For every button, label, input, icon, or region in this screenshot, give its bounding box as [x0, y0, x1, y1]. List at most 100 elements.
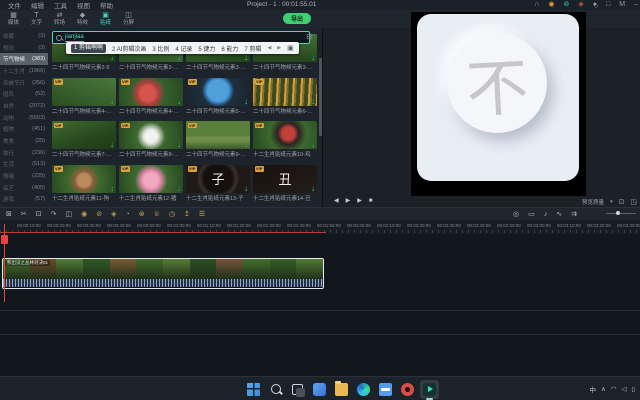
maximize-icon[interactable]: M — [619, 0, 625, 10]
grid-item[interactable]: VIP ↓ 十二生肖贴纸元素11-狗 — [52, 164, 116, 202]
download-icon[interactable]: ↓ — [244, 184, 248, 193]
download-icon[interactable]: ↓ — [177, 140, 181, 149]
keyframe-icon[interactable]: ◉ — [81, 210, 87, 219]
category-item[interactable]: 自然 (2072) — [0, 100, 48, 112]
category-item[interactable]: 美食 (25) — [0, 135, 48, 147]
download-icon[interactable]: ↓ — [110, 184, 114, 193]
sync-icon[interactable]: ⊚ — [564, 0, 570, 10]
timeline-zoom-slider[interactable] — [606, 213, 636, 214]
adjust-icon[interactable]: ☰ — [199, 210, 205, 219]
sticker-thumbnail[interactable]: VIP ↓ — [253, 121, 317, 149]
chevron-down-icon[interactable]: ▾ — [610, 199, 613, 205]
category-item[interactable]: 国风 (52) — [0, 88, 48, 100]
grid-item[interactable]: 丑 VIP ↓ 十二生肖贴纸元素14-丑 — [253, 164, 317, 202]
edge-button[interactable] — [354, 380, 373, 399]
menu-item[interactable]: 编辑 — [31, 0, 44, 10]
layout-icon[interactable]: □ — [606, 0, 610, 10]
start-button[interactable] — [244, 380, 263, 399]
sticker-thumbnail[interactable]: 丑 VIP ↓ — [253, 164, 317, 193]
search-button[interactable] — [266, 380, 285, 399]
ime-candidate[interactable]: 4 记录 — [175, 44, 192, 53]
playhead-handle[interactable] — [1, 235, 8, 244]
category-item[interactable]: 游戏 (57) — [0, 194, 48, 206]
sticker-thumbnail[interactable]: VIP ↓ — [52, 121, 116, 149]
grid-item[interactable]: VIP ↓ 二十四节气物候元素4-… — [52, 77, 116, 115]
cart-icon[interactable]: ◈ — [578, 0, 583, 10]
category-item[interactable]: 情绪 (225) — [0, 170, 48, 182]
stop-button[interactable]: ■ — [369, 197, 373, 205]
grid-item[interactable]: VIP ↓ 二十四节气物候元素4-… — [119, 77, 183, 115]
grid-item[interactable]: VIP ↓ 二十四节气物候元素7-… — [52, 121, 116, 158]
previous-frame-button[interactable]: ◀ — [334, 197, 339, 205]
bulb-icon[interactable]: ◉ — [548, 0, 554, 10]
volume-icon[interactable]: ◁ — [621, 385, 626, 393]
audio-wave-icon[interactable]: ∿ — [556, 210, 562, 219]
download-icon[interactable]: ↓ — [244, 97, 248, 106]
file-explorer-button[interactable] — [332, 380, 351, 399]
category-item[interactable]: 收藏 (3) — [0, 30, 48, 42]
category-item[interactable]: 动物 (5503) — [0, 112, 48, 124]
snapshot-icon[interactable]: ⊡ — [619, 198, 625, 206]
menu-item[interactable]: 帮助 — [100, 0, 113, 10]
category-item[interactable]: 生活 (513) — [0, 159, 48, 171]
sticker-thumbnail[interactable]: VIP ↓ — [119, 77, 183, 106]
sticker-thumbnail[interactable]: VIP ↓ — [186, 77, 250, 106]
grid-item[interactable]: VIP ↓ 二十四节气物候元素9-… — [186, 121, 250, 158]
menu-item[interactable]: 工具 — [54, 0, 67, 10]
timeline-zoom-knob[interactable] — [616, 211, 620, 215]
ime-candidate[interactable]: 3 比例 — [152, 44, 169, 53]
download-icon[interactable]: ↓ — [311, 140, 315, 149]
duration-icon[interactable]: ◷ — [169, 210, 175, 219]
video-clip[interactable]: 熊出没之丛林对决01 — [2, 258, 324, 289]
download-icon[interactable]: ↓ — [177, 184, 181, 193]
motion-track-icon[interactable]: ◔ — [126, 210, 130, 219]
play-button[interactable]: ▶ — [346, 197, 351, 205]
category-item[interactable]: 传统节日 (256) — [0, 77, 48, 89]
zoom-out-icon[interactable]: ○ — [594, 3, 598, 10]
download-icon[interactable]: ↓ — [311, 184, 315, 193]
speed-icon[interactable]: ↷ — [51, 210, 57, 219]
ime-candidate[interactable]: 1 剪辑啊啊 — [71, 43, 107, 53]
category-item[interactable]: 植物 (451) — [0, 124, 48, 136]
record-icon[interactable]: ◎ — [513, 210, 519, 219]
voiceover-mic-icon[interactable]: ♪ — [544, 210, 548, 219]
widgets-button[interactable] — [310, 380, 329, 399]
notification-icon[interactable]: ∩ — [534, 0, 539, 10]
sticker-thumbnail[interactable]: VIP ↓ — [119, 164, 183, 193]
grid-item[interactable]: 子 VIP ↓ 十二生肖贴纸元素13-子 — [186, 164, 250, 202]
ime-candidate[interactable]: 7 剪辑 — [244, 44, 261, 53]
grid-item[interactable]: VIP ↓ 二十四节气物候元素8-… — [119, 121, 183, 158]
video-editor-button[interactable] — [420, 379, 439, 400]
download-icon[interactable]: ↓ — [311, 97, 315, 106]
task-view-button[interactable] — [288, 380, 307, 399]
grid-item[interactable]: VIP ↓ 二十四节气物候元素5-… — [186, 77, 250, 115]
ime-indicator[interactable]: 中 — [589, 384, 596, 394]
category-item[interactable]: 十二生肖 (1966) — [0, 65, 48, 77]
ime-candidate[interactable]: 6 能力 — [221, 44, 238, 53]
snap-icon[interactable]: ⇉ — [571, 210, 577, 219]
delete-icon[interactable]: ⊠ — [6, 210, 12, 219]
tray-chevron-icon[interactable]: ∧ — [601, 385, 606, 393]
mask-icon[interactable]: ⊘ — [96, 210, 102, 219]
toolbar-tab[interactable]: ◆ 特效 — [71, 10, 94, 28]
ime-next-icon[interactable]: ▶ — [277, 45, 281, 51]
mirror-icon[interactable]: ◫ — [66, 210, 73, 219]
export-button[interactable]: 导出 — [283, 13, 311, 24]
download-icon[interactable]: ↓ — [110, 140, 114, 149]
ime-candidate[interactable]: 5 键力 — [198, 44, 215, 53]
ime-more-icon[interactable]: ▣ — [287, 44, 294, 52]
grid-scrollbar[interactable] — [318, 58, 322, 136]
sticker-thumbnail[interactable]: VIP ↓ — [52, 164, 116, 193]
split-icon[interactable]: ✂ — [21, 210, 27, 219]
toolbar-tab[interactable]: ⇄ 转场 — [48, 10, 71, 28]
app-red-button[interactable] — [398, 380, 417, 399]
menu-item[interactable]: 文件 — [8, 0, 21, 10]
fullscreen-icon[interactable]: ◳ — [630, 198, 637, 206]
next-frame-button[interactable]: ▶ — [357, 197, 362, 205]
toolbar-tab[interactable]: ◫ 分屏 — [117, 10, 140, 28]
minimize-icon[interactable]: – — [634, 0, 638, 10]
menu-item[interactable]: 视图 — [77, 0, 90, 10]
ime-prev-icon[interactable]: ◀ — [267, 45, 271, 51]
denoise-icon[interactable]: ⊗ — [139, 210, 145, 219]
crop-icon[interactable]: ⊡ — [36, 210, 42, 219]
